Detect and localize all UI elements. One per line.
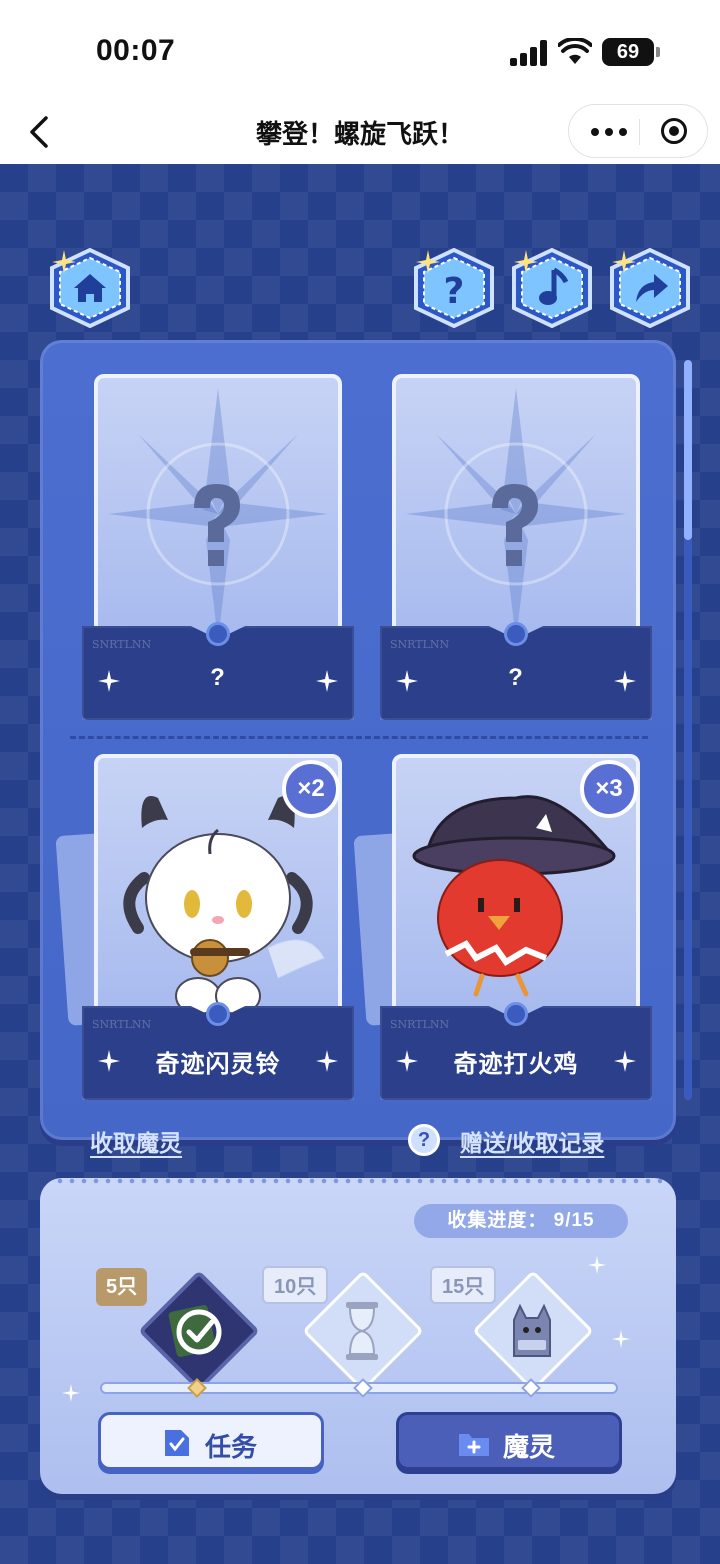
- sparkle-icon: [416, 250, 440, 274]
- card-pin: [504, 622, 528, 646]
- sparkle-icon: [52, 250, 76, 274]
- mini-program-capsule: [568, 104, 708, 158]
- check-icon: [168, 1305, 222, 1357]
- task-button-label: 任务: [205, 1432, 258, 1462]
- capsule-divider: [639, 119, 640, 145]
- cat-bag-icon: [513, 1303, 551, 1357]
- status-bar: 00:07 69: [0, 0, 720, 100]
- folder-plus-icon: [459, 1434, 489, 1456]
- card-watermark: SNRTLNN: [390, 638, 450, 651]
- question-mark-icon: [194, 484, 240, 566]
- milestone-label: 15只: [430, 1266, 497, 1304]
- home-button[interactable]: [48, 248, 132, 328]
- sparkle-icon: [62, 1384, 80, 1402]
- task-button[interactable]: 任务: [98, 1412, 324, 1470]
- milestone-5[interactable]: [138, 1270, 260, 1392]
- share-button[interactable]: [608, 248, 692, 328]
- card-face: [94, 374, 342, 654]
- sparkle-icon: [612, 250, 636, 274]
- card-pin: [206, 622, 230, 646]
- card-slot-4[interactable]: ×3 SNRTLNN 奇迹打火鸡: [353, 754, 652, 1100]
- help-button[interactable]: ?: [412, 248, 496, 328]
- card-name: ?: [508, 664, 524, 691]
- task-document-icon: [165, 1430, 189, 1456]
- sparkle-icon: [514, 250, 538, 274]
- card-name: 奇迹打火鸡: [453, 1051, 579, 1078]
- collection-progress-label: 收集进度： 9/15: [414, 1204, 628, 1238]
- quantity-badge: ×2: [282, 760, 340, 818]
- status-time: 00:07: [96, 34, 176, 67]
- gift-records-link[interactable]: 赠送/收取记录: [460, 1124, 604, 1158]
- panel-scrollbar[interactable]: [684, 360, 692, 1100]
- wifi-icon: [558, 38, 592, 64]
- card-slot-1[interactable]: SNRTLNN ?: [82, 374, 354, 720]
- quantity-badge: ×3: [580, 760, 638, 818]
- card-watermark: SNRTLNN: [390, 1018, 450, 1031]
- card-watermark: SNRTLNN: [92, 1018, 152, 1031]
- hourglass-icon: [346, 1302, 378, 1360]
- receive-spirit-link[interactable]: 收取魔灵: [90, 1124, 182, 1158]
- cellular-signal-icon: [510, 40, 548, 66]
- sparkle-icon: [588, 1256, 606, 1274]
- card-slot-3[interactable]: ×2 SNRTLNN 奇迹闪灵铃: [55, 754, 354, 1100]
- battery-indicator: 69: [602, 38, 660, 66]
- spirit-button-label: 魔灵: [503, 1432, 556, 1462]
- more-menu-icon[interactable]: [581, 105, 639, 157]
- sparkle-icon: [612, 1330, 630, 1348]
- card-watermark: SNRTLNN: [92, 638, 152, 651]
- music-button[interactable]: [510, 248, 594, 328]
- spirit-button[interactable]: 魔灵: [396, 1412, 622, 1470]
- card-pin: [504, 1002, 528, 1026]
- nav-bar: 攀登！螺旋飞跃！: [0, 100, 720, 164]
- section-divider: [70, 736, 648, 739]
- card-name: 奇迹闪灵铃: [155, 1051, 281, 1078]
- card-slot-2[interactable]: SNRTLNN ?: [380, 374, 652, 720]
- milestone-label: 5只: [96, 1268, 148, 1306]
- question-mark-icon: [492, 484, 538, 566]
- card-name: ?: [210, 664, 226, 691]
- card-pin: [206, 1002, 230, 1026]
- close-target-icon[interactable]: [649, 105, 701, 157]
- card-face: [392, 374, 640, 654]
- milestone-label: 10只: [262, 1266, 329, 1304]
- help-circle-icon[interactable]: ?: [408, 1124, 440, 1156]
- svg-text:?: ?: [444, 271, 465, 312]
- progress-track: [100, 1378, 618, 1398]
